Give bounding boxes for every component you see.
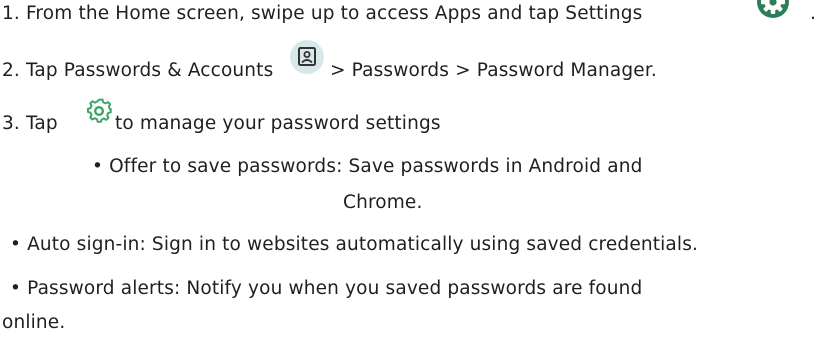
settings-gear-icon xyxy=(757,0,789,18)
bullet-marker: • xyxy=(92,156,104,177)
bullet-password-alerts-line1: Password alerts: Notify you when you sav… xyxy=(27,278,643,299)
step-2-continued: > Passwords > Password Manager. xyxy=(330,58,657,84)
bullet-auto-signin: • Auto sign-in: Sign in to websites auto… xyxy=(10,232,698,258)
bullet-marker: • xyxy=(10,278,22,299)
bullet-offer-save: • Offer to save passwords: Save password… xyxy=(92,154,642,180)
accounts-icon xyxy=(290,40,324,74)
step-3: 3. Tap xyxy=(2,111,58,137)
step-2-number: 2. xyxy=(2,60,20,81)
bullet-password-alerts-continued: online. xyxy=(2,310,65,336)
step-1-number: 1. xyxy=(2,3,20,24)
bullet-password-alerts-line2: online. xyxy=(2,312,66,333)
step-2-text-after: > Passwords > Password Manager. xyxy=(330,60,657,81)
step-1-period: . xyxy=(810,3,817,24)
step-3-continued: to manage your password settings xyxy=(115,111,441,137)
bullet-marker: • xyxy=(10,234,22,255)
step-3-number: 3. xyxy=(2,113,20,134)
bullet-offer-save-line2: Chrome. xyxy=(343,192,423,213)
bullet-offer-save-line1: Offer to save passwords: Save passwords … xyxy=(109,156,643,177)
step-2: 2. Tap Passwords & Accounts xyxy=(2,58,273,84)
settings-gear-icon xyxy=(84,96,114,126)
step-3-text-after: to manage your password settings xyxy=(115,113,441,134)
step-1-text: From the Home screen, swipe up to access… xyxy=(25,3,643,24)
bullet-auto-signin-line1: Auto sign-in: Sign in to websites automa… xyxy=(27,234,699,255)
step-3-text-before: Tap xyxy=(25,113,58,134)
step-1: 1. From the Home screen, swipe up to acc… xyxy=(2,1,642,27)
bullet-password-alerts: • Password alerts: Notify you when you s… xyxy=(10,276,642,302)
step-2-text-before: Tap Passwords & Accounts xyxy=(25,60,274,81)
bullet-offer-save-continued: Chrome. xyxy=(343,190,423,216)
